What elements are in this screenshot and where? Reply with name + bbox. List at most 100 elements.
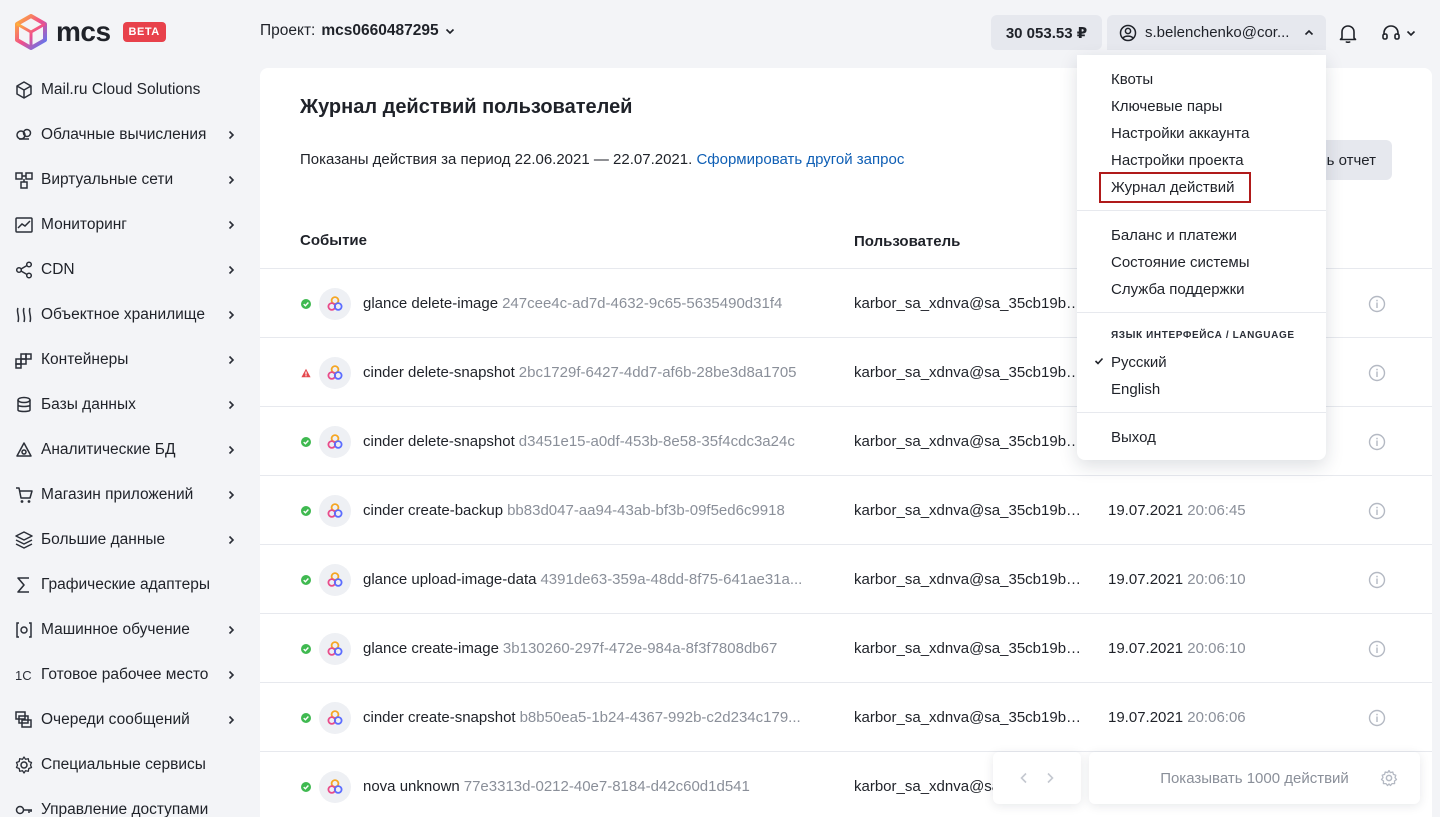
- info-icon[interactable]: [1368, 295, 1386, 313]
- menu-item-audit-log[interactable]: Журнал действий: [1111, 179, 1234, 196]
- account-menu-button[interactable]: s.belenchenko@cor...: [1107, 15, 1326, 50]
- sidebar-item-label: Mail.ru Cloud Solutions: [41, 80, 201, 98]
- sidebar-item[interactable]: Аналитические БД: [0, 427, 250, 472]
- sidebar-item[interactable]: Большие данные: [0, 517, 250, 562]
- table-row[interactable]: glance create-image 3b130260-297f-472e-98…: [260, 614, 1432, 683]
- project-name: mcs0660487295: [321, 22, 439, 39]
- beta-badge: BETA: [122, 22, 166, 42]
- user-cell: karbor_sa_xdnva@sa_35cb19b6...: [854, 709, 1086, 726]
- sidebar-item-label: Контейнеры: [41, 350, 129, 368]
- chevron-right-icon: [228, 130, 235, 139]
- sidebar-item[interactable]: Машинное обучение: [0, 607, 250, 652]
- sidebar-item-label: Большие данные: [41, 530, 166, 548]
- service-icon: [319, 357, 351, 389]
- menu-item-lang-en[interactable]: English: [1111, 381, 1160, 398]
- menu-item-lang-ru[interactable]: Русский: [1111, 354, 1167, 371]
- menu-item-logout[interactable]: Выход: [1111, 429, 1156, 446]
- warning-icon: [301, 368, 311, 378]
- info-icon[interactable]: [1368, 640, 1386, 658]
- sidebar-item-label: Очереди сообщений: [41, 710, 190, 728]
- service-icon: [319, 633, 351, 665]
- menu-item-project-settings[interactable]: Настройки проекта: [1111, 152, 1244, 169]
- table-row[interactable]: cinder create-snapshot b8b50ea5-1b24-4367…: [260, 683, 1432, 752]
- sidebar-item[interactable]: Мониторинг: [0, 202, 250, 247]
- column-header-user[interactable]: Пользователь: [854, 233, 960, 250]
- event-name: glance delete-image: [363, 295, 499, 312]
- sidebar-item[interactable]: Mail.ru Cloud Solutions: [0, 67, 250, 112]
- menu-item-billing[interactable]: Баланс и платежи: [1111, 227, 1237, 244]
- bell-icon[interactable]: [1337, 22, 1359, 44]
- sidebar-item[interactable]: Специальные сервисы: [0, 742, 250, 787]
- sidebar-item[interactable]: Базы данных: [0, 382, 250, 427]
- chevron-left-icon[interactable]: [1019, 772, 1029, 784]
- chevron-right-icon[interactable]: [1045, 772, 1055, 784]
- key-icon: [14, 800, 34, 817]
- sidebar-item[interactable]: Графические адаптеры: [0, 562, 250, 607]
- user-circle-icon: [1119, 24, 1137, 41]
- service-icon: [319, 288, 351, 320]
- chevron-right-icon: [228, 220, 235, 229]
- menu-item-quotas[interactable]: Квоты: [1111, 71, 1153, 88]
- menu-item-account-settings[interactable]: Настройки аккаунта: [1111, 125, 1250, 142]
- info-icon[interactable]: [1368, 502, 1386, 520]
- event-name: glance create-image: [363, 640, 499, 657]
- menu-item-system-status[interactable]: Состояние системы: [1111, 254, 1250, 271]
- chevron-right-icon: [228, 445, 235, 454]
- sidebar-item[interactable]: Контейнеры: [0, 337, 250, 382]
- per-page-label: Показывать 1000 действий: [1160, 769, 1349, 787]
- date-cell: 19.07.2021 20:06:45: [1108, 502, 1246, 519]
- user-cell: karbor_sa_xdnva@sa_35cb19b6...: [854, 433, 1086, 450]
- new-query-link[interactable]: Сформировать другой запрос: [696, 151, 904, 168]
- event-id: 2bc1729f-6427-4dd7-af6b-28be3d8a1705: [518, 364, 797, 381]
- info-icon[interactable]: [1368, 709, 1386, 727]
- info-icon[interactable]: [1368, 364, 1386, 382]
- user-cell: karbor_sa_xdnva@sa_35cb19b6...: [854, 364, 1086, 381]
- analytics-db-icon: [14, 440, 34, 460]
- date-cell: 19.07.2021 20:06:06: [1108, 709, 1246, 726]
- sidebar-item[interactable]: Очереди сообщений: [0, 697, 250, 742]
- support-menu[interactable]: [1380, 22, 1416, 44]
- event-cell: cinder delete-snapshot d3451e15-a0df-453b…: [363, 433, 833, 450]
- event-cell: glance create-image 3b130260-297f-472e-98…: [363, 640, 833, 657]
- cloud-compute-icon: [14, 125, 34, 145]
- event-name: cinder create-backup: [363, 502, 504, 519]
- project-selector[interactable]: Проект: mcs0660487295: [260, 22, 455, 40]
- event-cell: cinder create-snapshot b8b50ea5-1b24-4367…: [363, 709, 833, 726]
- table-row[interactable]: glance upload-image-data 4391de63-359a-48…: [260, 545, 1432, 614]
- info-icon[interactable]: [1368, 433, 1386, 451]
- per-page-selector[interactable]: Показывать 1000 действий: [1089, 752, 1420, 804]
- database-icon: [14, 395, 34, 415]
- table-row[interactable]: cinder create-backup bb83d047-aa94-43ab-b…: [260, 476, 1432, 545]
- menu-item-key-pairs[interactable]: Ключевые пары: [1111, 98, 1222, 115]
- period-text: Показаны действия за период 22.06.2021 —…: [300, 151, 693, 168]
- balance-button[interactable]: 30 053.53 ₽: [991, 15, 1102, 50]
- menu-item-support[interactable]: Служба поддержки: [1111, 281, 1245, 298]
- event-id: bb83d047-aa94-43ab-bf3b-09f5ed6c9918: [507, 502, 785, 519]
- sidebar-item[interactable]: Облачные вычисления: [0, 112, 250, 157]
- event-time: 20:06:10: [1187, 571, 1246, 588]
- account-email: s.belenchenko@cor...: [1145, 24, 1290, 41]
- event-date: 19.07.2021: [1108, 571, 1184, 588]
- chevron-right-icon: [228, 670, 235, 679]
- column-header-event[interactable]: Событие: [300, 232, 367, 249]
- brand-name: mcs: [56, 16, 111, 47]
- balance-value: 30 053.53 ₽: [1005, 24, 1088, 42]
- share-nodes-icon: [14, 260, 34, 280]
- success-icon: [301, 644, 311, 654]
- service-icon: [319, 771, 351, 803]
- success-icon: [301, 437, 311, 447]
- sidebar-item[interactable]: CDN: [0, 247, 250, 292]
- gear-icon[interactable]: [1380, 769, 1398, 787]
- success-icon: [301, 782, 311, 792]
- sidebar-item-label: Готовое рабочее место: [41, 665, 209, 683]
- sidebar-item[interactable]: Виртуальные сети: [0, 157, 250, 202]
- sidebar-item[interactable]: Управление доступами: [0, 787, 250, 817]
- info-icon[interactable]: [1368, 571, 1386, 589]
- sidebar-item[interactable]: Магазин приложений: [0, 472, 250, 517]
- sidebar: mcs BETA Mail.ru Cloud Solutions Облачные…: [0, 0, 250, 817]
- event-id: 3b130260-297f-472e-984a-8f3f7808db67: [502, 640, 778, 657]
- sidebar-item[interactable]: Объектное хранилище: [0, 292, 250, 337]
- logo[interactable]: mcs BETA: [14, 14, 166, 50]
- sidebar-item[interactable]: 1С Готовое рабочее место: [0, 652, 250, 697]
- divider: [1077, 412, 1326, 413]
